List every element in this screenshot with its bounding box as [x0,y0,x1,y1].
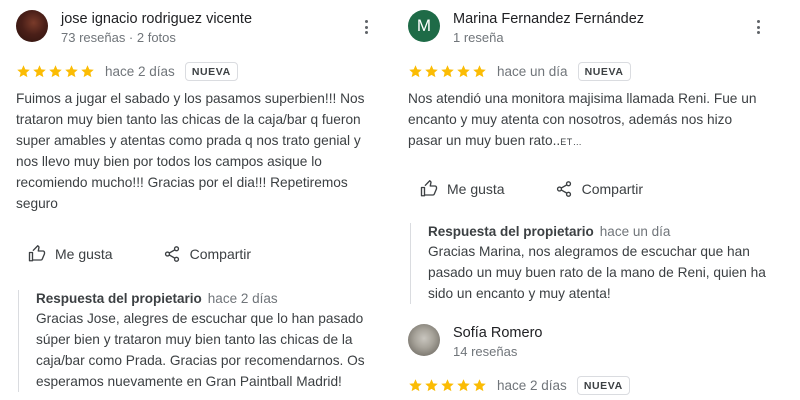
share-button[interactable]: Compartir [163,245,251,263]
author-name[interactable]: Sofía Romero [453,325,542,341]
author-meta: 1 reseña [453,30,504,45]
review-actions: Me gusta Compartir [16,242,376,266]
new-badge: NUEVA [577,61,631,81]
like-button[interactable]: Me gusta [420,180,505,198]
avatar[interactable] [16,10,48,42]
star-icon [425,378,438,391]
star-icon [425,64,438,77]
avatar[interactable] [408,324,440,356]
reply-title: Respuesta del propietario [36,291,202,306]
reply-date: hace 2 días [207,291,278,306]
star-rating [408,378,487,393]
review-card: jose ignacio rodriguez vicente 73 reseña… [16,8,376,392]
new-badge: NUEVA [576,375,630,395]
star-icon [81,64,94,77]
author-meta: 73 reseñas · 2 fotos [61,30,176,45]
review-actions: Me gusta Compartir [408,177,768,201]
review-header: M Marina Fernandez Fernández 1 reseña [408,8,768,52]
rating-row: hace 2 días NUEVA [408,374,768,396]
reply-date: hace un día [599,224,671,239]
more-vert-icon[interactable] [756,20,760,34]
rating-row: hace 2 días NUEVA [16,60,376,82]
more-vert-icon[interactable] [364,20,368,34]
reply-title: Respuesta del propietario [428,224,594,239]
star-icon [17,64,30,77]
like-label: Me gusta [55,246,113,262]
star-icon [457,378,470,391]
review-header: Sofía Romero 14 reseñas [408,322,768,366]
review-date: hace 2 días [497,377,567,393]
share-label: Compartir [189,246,252,262]
star-icon [49,64,62,77]
star-icon [457,64,470,77]
reply-text: Gracias Marina, nos alegramos de escucha… [428,244,766,301]
rating-row: hace un día NUEVA [408,60,768,82]
review-card: M Marina Fernandez Fernández 1 reseña ha… [408,8,768,304]
reply-text: Gracias Jose, alegres de escuchar que lo… [36,311,365,389]
like-button[interactable]: Me gusta [28,245,113,263]
new-badge: NUEVA [184,61,238,81]
share-button[interactable]: Compartir [555,180,643,198]
star-rating [408,64,487,79]
owner-reply: Respuesta del propietario hace un día Gra… [410,223,768,304]
review-text: Fuimos a jugar el sabado y los pasamos s… [16,91,365,211]
author-name[interactable]: Marina Fernandez Fernández [453,11,644,27]
thumb-up-icon [420,180,438,197]
star-icon [441,378,454,391]
review-text-body: Nos atendió una monitora majisima llamad… [408,91,757,148]
share-icon [556,181,571,197]
like-label: Me gusta [447,181,505,197]
star-rating [16,64,95,79]
share-label: Compartir [581,181,644,197]
star-icon [441,64,454,77]
star-icon [473,378,486,391]
star-icon [409,378,422,391]
author-name[interactable]: jose ignacio rodriguez vicente [61,11,252,27]
thumb-up-icon [28,245,46,262]
review-date: hace un día [497,63,568,79]
owner-reply: Respuesta del propietario hace 2 días Gra… [18,290,376,392]
author-meta: 14 reseñas [453,344,518,359]
review-card: Sofía Romero 14 reseñas hace 2 días NUEV… [408,322,768,396]
review-date: hace 2 días [105,63,175,79]
review-text: Nos atendió una monitora majisima llamad… [408,88,768,153]
star-icon [33,64,46,77]
star-icon [65,64,78,77]
star-icon [409,64,422,77]
review-header: jose ignacio rodriguez vicente 73 reseña… [16,8,376,52]
more-link[interactable]: ET… [560,137,582,147]
share-icon [164,246,179,262]
avatar[interactable]: M [408,10,440,42]
star-icon [473,64,486,77]
